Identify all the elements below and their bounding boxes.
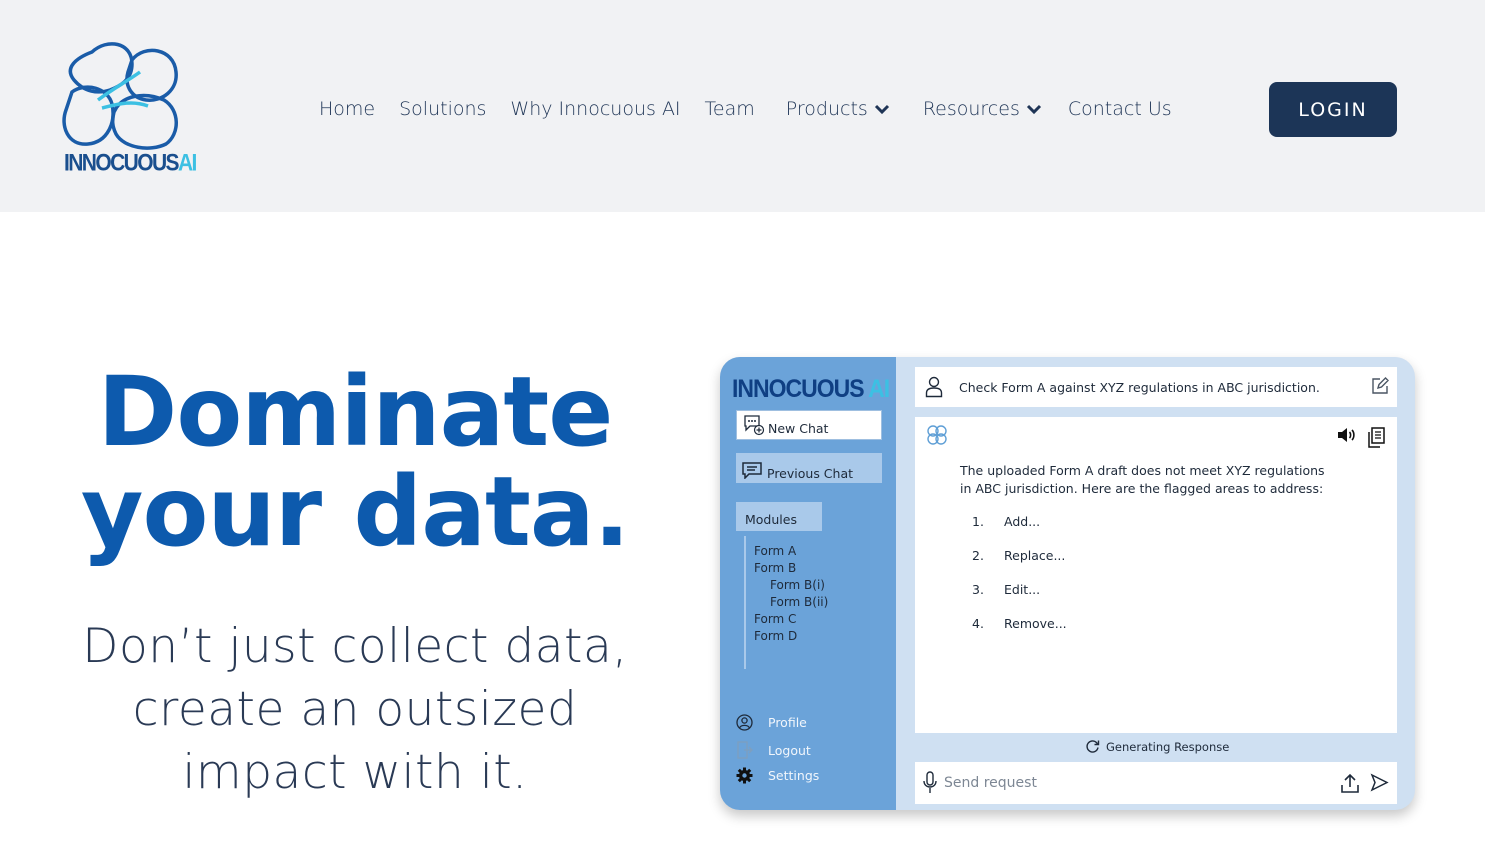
mockup-generating-status: Generating Response [1085, 739, 1229, 754]
mockup-response-text: The uploaded Form A draft does not meet … [960, 463, 1325, 496]
mockup-ai-response: The uploaded Form A draft does not meet … [915, 417, 1397, 733]
logout-icon [737, 741, 753, 759]
mockup-flagged-list: 1. Add... 2. Replace... 3. Edit... 4. Remove… [972, 514, 1067, 650]
mockup-input-placeholder: Send request [944, 775, 1037, 791]
mockup-logout-label: Logout [768, 742, 811, 758]
hero-subtitle: Don’t just collect data, create an outsi… [40, 615, 670, 804]
list-item: 1. Add... [972, 514, 1041, 529]
edit-icon [1371, 377, 1389, 398]
hero-subtitle-line-2: create an outsized [132, 682, 578, 737]
hero-title-line-2: your data. [80, 456, 630, 568]
mockup-user-query: Check Form A against XYZ regulations in … [915, 367, 1397, 407]
product-mockup-image: INNOCUOUS AI New Chat Previous Chat Modu… [720, 357, 1415, 810]
mockup-settings-item: Settings [736, 767, 819, 784]
nav-solutions[interactable]: Solutions [399, 98, 486, 120]
innocuous-ai-logo[interactable]: INNOCUOUSAI [62, 42, 197, 178]
nav-products-label: Products [785, 98, 868, 120]
site-header: INNOCUOUSAI Home Solutions Why Innocuous… [0, 0, 1485, 212]
mockup-new-chat-label: New Chat [768, 421, 829, 436]
nav-products-dropdown[interactable]: Products [786, 98, 890, 120]
speaker-icon [1337, 427, 1356, 451]
profile-icon [736, 714, 753, 731]
mockup-sidebar: INNOCUOUS AI New Chat Previous Chat Modu… [720, 357, 896, 810]
mockup-profile-item: Profile [736, 714, 807, 731]
chevron-down-icon [874, 104, 889, 115]
nav-contact-us[interactable]: Contact Us [1068, 98, 1172, 120]
hero-title: Dominate your data. [40, 362, 670, 562]
mockup-brand: INNOCUOUS AI [732, 374, 890, 403]
send-icon [1370, 773, 1389, 798]
mockup-send-request-input: Send request [915, 762, 1397, 804]
nav-resources-dropdown[interactable]: Resources [923, 98, 1042, 120]
mockup-generating-label: Generating Response [1106, 739, 1230, 754]
refresh-icon [1086, 740, 1100, 753]
gear-icon [736, 767, 753, 784]
mockup-new-chat-button: New Chat [736, 410, 882, 440]
user-icon [925, 376, 943, 398]
mockup-form-a: Form A [754, 544, 797, 558]
hero-subtitle-line-3: impact with it. [182, 745, 528, 800]
new-chat-icon [744, 415, 765, 436]
chat-bubble-icon [742, 462, 762, 479]
nav-home[interactable]: Home [319, 98, 375, 120]
mockup-logout-item: Logout [736, 741, 811, 759]
main-nav: Home Solutions Why Innocuous AI Team Pro… [319, 96, 1172, 122]
mockup-form-c: Form C [754, 612, 797, 626]
mockup-form-b: Form B [754, 561, 797, 575]
nav-why-innocuous-ai[interactable]: Why Innocuous AI [510, 98, 680, 120]
mockup-previous-chat-label: Previous Chat [767, 466, 854, 481]
mockup-tree-line [744, 536, 746, 669]
mockup-form-b-ii: Form B(ii) [770, 595, 829, 609]
upload-icon [1340, 773, 1360, 798]
mockup-settings-label: Settings [768, 768, 820, 783]
logo-mark-icon [62, 42, 178, 150]
nav-resources-label: Resources [922, 98, 1020, 120]
microphone-icon [923, 771, 937, 793]
mockup-input-actions [1330, 773, 1389, 798]
logo-wordmark: INNOCUOUSAI [64, 150, 197, 177]
mockup-profile-label: Profile [768, 715, 807, 730]
nav-team[interactable]: Team [705, 98, 755, 120]
mockup-form-d: Form D [754, 629, 798, 643]
list-item: 4. Remove... [972, 616, 1067, 631]
mockup-form-b-i: Form B(i) [770, 578, 825, 592]
mockup-query-text: Check Form A against XYZ regulations in … [959, 379, 1320, 395]
chevron-down-icon [1026, 104, 1041, 115]
document-icon [1368, 427, 1385, 451]
list-item: 3. Edit... [972, 582, 1041, 597]
hero-subtitle-line-1: Don’t just collect data, [82, 619, 628, 674]
list-item: 2. Replace... [972, 548, 1066, 563]
hero-title-line-1: Dominate [97, 356, 614, 468]
login-button[interactable]: LOGIN [1269, 82, 1397, 137]
mockup-previous-chat-button: Previous Chat [736, 453, 882, 483]
assistant-logo-icon [927, 425, 947, 445]
mockup-response-actions [1325, 427, 1385, 451]
mockup-modules-header: Modules [736, 502, 822, 531]
